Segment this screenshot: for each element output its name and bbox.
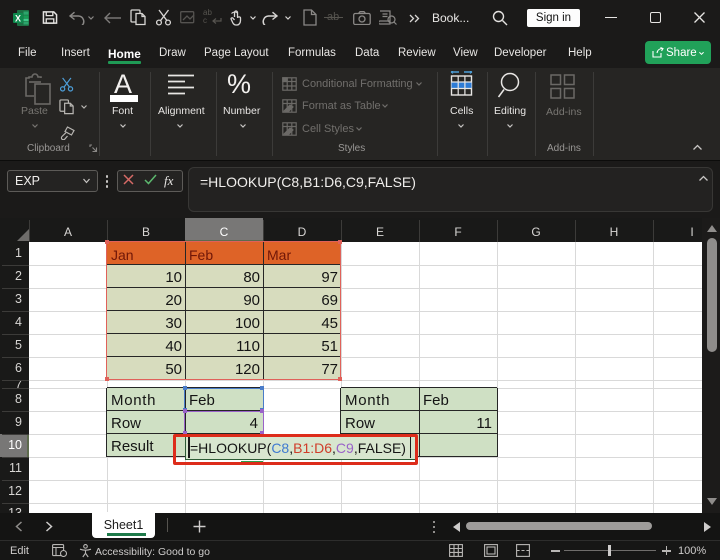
svg-text:X: X xyxy=(15,13,21,23)
